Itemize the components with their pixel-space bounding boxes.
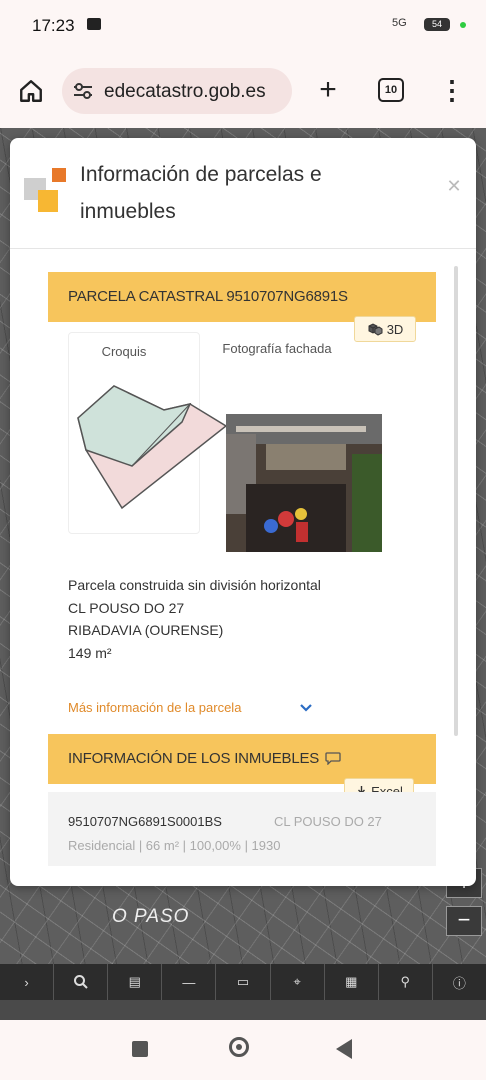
scale-bar <box>0 1000 486 1020</box>
parcel-type: Parcela construida sin división horizont… <box>68 577 321 593</box>
url-bar[interactable]: edecatastro.gob.es <box>62 68 292 114</box>
dialog-header: Información de parcelas e inmuebles ✕ <box>10 138 476 249</box>
facade-photo[interactable] <box>226 414 382 552</box>
more-info-link[interactable]: Más información de la parcela <box>68 700 241 715</box>
property-reference[interactable]: 9510707NG6891S0001BS <box>68 814 222 829</box>
tabs-icon[interactable]: 10 <box>378 78 404 102</box>
bike-icon[interactable]: ⚲ <box>379 964 433 1000</box>
properties-section-header[interactable]: INFORMACIÓN DE LOS INMUEBLES <box>48 734 436 784</box>
zoom-out-button[interactable]: − <box>446 906 482 936</box>
chevron-right-icon[interactable]: › <box>0 964 55 1000</box>
chevron-down-icon[interactable] <box>298 700 314 716</box>
square-nav-icon[interactable] <box>132 1041 148 1057</box>
back-nav-icon[interactable] <box>336 1039 352 1059</box>
layers-icon[interactable]: ▤ <box>108 964 163 1000</box>
home-nav-icon[interactable] <box>229 1037 249 1057</box>
map-street-label: O PASO <box>112 906 190 927</box>
parcel-section-title: PARCELA CATASTRAL 9510707NG6891S <box>68 288 348 305</box>
properties-section-title: INFORMACIÓN DE LOS INMUEBLES <box>68 750 341 767</box>
dialog-title: Información de parcelas e inmuebles <box>80 163 322 223</box>
camera-dot-icon <box>460 22 466 28</box>
system-nav-bar <box>0 1020 486 1080</box>
tune-icon[interactable] <box>72 81 94 101</box>
croquis-caption: Croquis <box>101 344 147 359</box>
browser-toolbar: edecatastro.gob.es + 10 ⋮ <box>0 52 486 128</box>
table-row[interactable]: 9510707NG6891S0001BS CL POUSO DO 27 Resi… <box>48 792 436 866</box>
home-icon[interactable] <box>16 76 46 106</box>
signal-icon: 5G <box>392 17 407 29</box>
parcel-info: Parcela construida sin división horizont… <box>68 574 398 664</box>
catastro-logo <box>24 168 66 212</box>
view-3d-label: 3D <box>386 321 404 337</box>
parcel-area: 149 m² <box>68 644 112 661</box>
property-address: CL POUSO DO 27 <box>274 814 382 829</box>
status-time: 17:23 <box>32 16 75 35</box>
status-bar: 17:23 5G 54 <box>0 0 486 52</box>
url-text[interactable]: edecatastro.gob.es <box>104 81 266 103</box>
scrollbar[interactable] <box>454 266 458 736</box>
more-vert-icon[interactable]: ⋮ <box>439 74 465 106</box>
parcel-address: CL POUSO DO 27 <box>68 599 185 616</box>
parcel-section-header[interactable]: PARCELA CATASTRAL 9510707NG6891S <box>48 272 436 322</box>
comment-icon <box>325 752 341 766</box>
measure-icon[interactable]: — <box>162 964 217 1000</box>
gallery-icon <box>87 18 101 30</box>
property-details: Residencial | 66 m² | 100,00% | 1930 <box>68 838 281 853</box>
parcel-city: RIBADAVIA (OURENSE) <box>68 622 224 638</box>
plus-icon[interactable]: + <box>312 74 344 106</box>
dialog-content: PARCELA CATASTRAL 9510707NG6891S 3D Croq… <box>48 272 438 866</box>
cube-icon <box>368 323 383 336</box>
car-icon[interactable]: ▭ <box>216 964 271 1000</box>
search-icon[interactable] <box>54 964 109 1000</box>
view-3d-button[interactable]: 3D <box>354 316 416 342</box>
map-toolbar: › ▤ — ▭ ⌖ ▦ ⚲ ⓘ <box>0 964 486 1000</box>
info-icon[interactable]: ⓘ <box>433 964 486 1000</box>
battery-icon: 54 <box>424 18 450 31</box>
close-icon[interactable]: ✕ <box>446 177 462 195</box>
image-icon[interactable]: ▦ <box>325 964 379 1000</box>
parcel-sketch[interactable] <box>74 384 232 514</box>
foto-caption: Fotografía fachada <box>222 341 332 356</box>
parcel-info-dialog: Información de parcelas e inmuebles ✕ PA… <box>10 138 476 886</box>
pin-icon[interactable]: ⌖ <box>271 964 325 1000</box>
